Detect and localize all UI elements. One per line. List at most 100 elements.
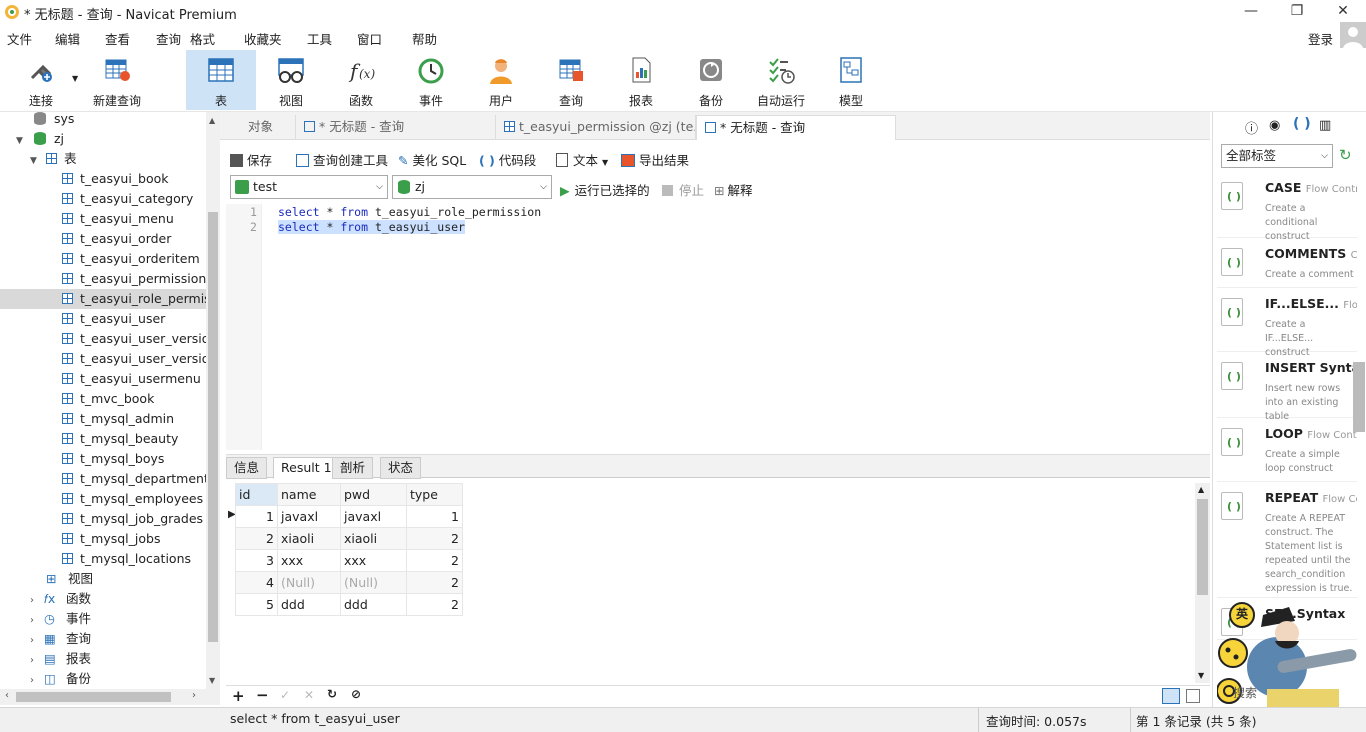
snippet-item[interactable]: ( )IF...ELSE... Flow CCreate a IF...ELSE…	[1217, 290, 1357, 358]
column-header-name[interactable]: name	[277, 483, 341, 506]
tree-item-table[interactable]: t_easyui_user_version	[62, 329, 206, 349]
tree-item-tables[interactable]: ▼ 表	[30, 149, 77, 169]
discard-icon[interactable]: ✕	[304, 688, 314, 702]
table-cell-type[interactable]: 2	[406, 549, 463, 572]
table-cell-pwd[interactable]: javaxl	[340, 505, 407, 528]
table-cell-name[interactable]: javaxl	[277, 505, 341, 528]
report-button[interactable]: 报表	[606, 50, 676, 110]
tree-item-query[interactable]: › ▦ 查询	[30, 629, 91, 649]
layout-icon[interactable]: ▥	[1319, 118, 1331, 133]
menu-favorites[interactable]: 收藏夹	[244, 29, 282, 48]
tree-horizontal-scrollbar[interactable]: ‹ ›	[0, 689, 220, 705]
query-button[interactable]: 查询	[536, 50, 606, 110]
text-button[interactable]: 文本 ▼	[556, 150, 608, 169]
tree-item-report[interactable]: › ▤ 报表	[30, 649, 91, 669]
table-cell-name[interactable]: ddd	[277, 593, 341, 616]
snippet-item[interactable]: ( ) REPEAT Flow Co Create A REPEAT constru…	[1217, 484, 1357, 598]
menu-file[interactable]: 文件	[7, 29, 32, 48]
tag-filter-select[interactable]: 全部标签 ⌵	[1221, 144, 1333, 168]
tree-vertical-scrollbar[interactable]: ▲ ▼	[206, 112, 220, 689]
apply-icon[interactable]: ✓	[280, 688, 290, 702]
run-selected-button[interactable]: ▶ 运行已选择的	[560, 180, 650, 199]
chevron-right-icon[interactable]: ›	[30, 631, 44, 649]
save-button[interactable]: 保存	[230, 150, 272, 169]
menu-format[interactable]: 格式	[190, 29, 215, 48]
grid-vertical-scrollbar[interactable]: ▲ ▼	[1195, 483, 1210, 683]
table-cell-type[interactable]: 2	[406, 527, 463, 550]
menu-view[interactable]: 查看	[105, 29, 130, 48]
add-row-icon[interactable]: +	[232, 687, 245, 705]
tree-item-table[interactable]: t_mysql_job_grades	[62, 509, 206, 529]
avatar-icon[interactable]	[1340, 22, 1366, 48]
tab-untitled-query-1[interactable]: * 无标题 - 查询	[296, 115, 496, 140]
backup-button[interactable]: 备份	[676, 50, 746, 110]
chevron-right-icon[interactable]: ›	[30, 591, 44, 609]
info-icon[interactable]: ⓘ	[1245, 118, 1258, 137]
tree-item-table[interactable]: t_mysql_locations	[62, 549, 206, 569]
tree-item-table[interactable]: t_easyui_role_permiss	[0, 289, 206, 309]
chevron-down-icon[interactable]: ▼	[30, 151, 42, 169]
automation-button[interactable]: 自动运行	[746, 50, 816, 110]
eye-icon[interactable]: ◉	[1269, 118, 1280, 133]
table-cell-name[interactable]: (Null)	[277, 571, 341, 594]
tree-item-zj[interactable]: ▼ zj	[16, 129, 64, 149]
table-row[interactable]: 5 ddd ddd 2	[235, 593, 463, 616]
column-header-id[interactable]: id	[235, 483, 278, 506]
form-view-icon[interactable]	[1186, 689, 1200, 703]
tree-item-event[interactable]: › ◷ 事件	[30, 609, 91, 629]
tab-status[interactable]: 状态	[380, 457, 422, 479]
table-row[interactable]: 4 (Null) (Null) 2	[235, 571, 463, 594]
snippet-scrollbar[interactable]	[1353, 362, 1365, 432]
tree-item-table[interactable]: t_easyui_usermenu	[62, 369, 206, 389]
table-cell-id[interactable]: 3	[235, 549, 278, 572]
function-button[interactable]: f (x) 函数	[326, 50, 396, 110]
tree-item-table[interactable]: t_mvc_book	[62, 389, 206, 409]
tree-item-table[interactable]: t_mysql_boys	[62, 449, 206, 469]
table-cell-id[interactable]: 5	[235, 593, 278, 616]
stop-button[interactable]: 停止	[662, 180, 704, 199]
connect-button[interactable]: 连接	[6, 50, 76, 110]
snippet-item[interactable]: ( ) LOOP Flow Control Create a simple loop…	[1217, 420, 1357, 482]
snippet-item[interactable]: ( ) INSERT Syntax Insert new rows into an…	[1217, 354, 1357, 422]
tree-item-table[interactable]: t_easyui_book	[62, 169, 206, 189]
tree-item-sys[interactable]: sys	[34, 109, 74, 129]
code-snippet-button[interactable]: ( ) 代码段	[479, 150, 536, 169]
table-cell-id[interactable]: 4	[235, 571, 278, 594]
view-button[interactable]: 视图	[256, 50, 326, 110]
tree-item-table[interactable]: t_mysql_departments	[62, 469, 206, 489]
event-button[interactable]: 事件	[396, 50, 466, 110]
table-cell-type[interactable]: 2	[406, 571, 463, 594]
menu-help[interactable]: 帮助	[412, 29, 437, 48]
beautify-sql-button[interactable]: ✎ 美化 SQL	[398, 150, 466, 169]
search-label[interactable]: 搜索	[1233, 684, 1257, 701]
table-cell-id[interactable]: 1	[235, 505, 278, 528]
column-header-type[interactable]: type	[406, 483, 463, 506]
minimize-button[interactable]: —	[1228, 0, 1274, 24]
tree-item-table[interactable]: t_easyui_user	[62, 309, 206, 329]
tab-objects[interactable]: 对象	[220, 115, 296, 140]
connect-dropdown-icon[interactable]: ▼	[72, 74, 78, 83]
refresh-icon[interactable]: ↻	[327, 687, 337, 701]
tab-info[interactable]: 信息	[226, 457, 268, 479]
grid-view-icon[interactable]	[1162, 688, 1180, 704]
chevron-down-icon[interactable]: ▼	[602, 158, 608, 167]
menu-edit[interactable]: 编辑	[55, 29, 80, 48]
tree-item-view[interactable]: ⊞ 视图	[46, 569, 93, 589]
chevron-right-icon[interactable]: ›	[30, 611, 44, 629]
column-header-pwd[interactable]: pwd	[340, 483, 407, 506]
tree-item-table[interactable]: t_mysql_admin	[62, 409, 206, 429]
stop-icon[interactable]: ⊘	[351, 687, 361, 701]
menu-tools[interactable]: 工具	[307, 29, 332, 48]
tree-item-table[interactable]: t_mysql_beauty	[62, 429, 206, 449]
tab-profile[interactable]: 剖析	[332, 457, 374, 479]
table-row[interactable]: 1 javaxl javaxl 1	[235, 505, 463, 528]
explain-button[interactable]: ⊞ 解释	[714, 180, 753, 199]
tab-permission-table[interactable]: t_easyui_permission @zj (te...	[496, 115, 696, 140]
tab-untitled-query-2[interactable]: * 无标题 - 查询	[696, 115, 896, 140]
add-snippet-icon[interactable]: ↻	[1339, 146, 1352, 164]
table-button[interactable]: 表	[186, 50, 256, 110]
tab-result-1[interactable]: Result 1	[273, 457, 340, 479]
tree-item-function[interactable]: › 𝑓x 函数	[30, 589, 91, 609]
maximize-button[interactable]: ❐	[1274, 0, 1320, 24]
snippet-item[interactable]: ( ) COMMENTS Co Create a comment	[1217, 240, 1357, 288]
